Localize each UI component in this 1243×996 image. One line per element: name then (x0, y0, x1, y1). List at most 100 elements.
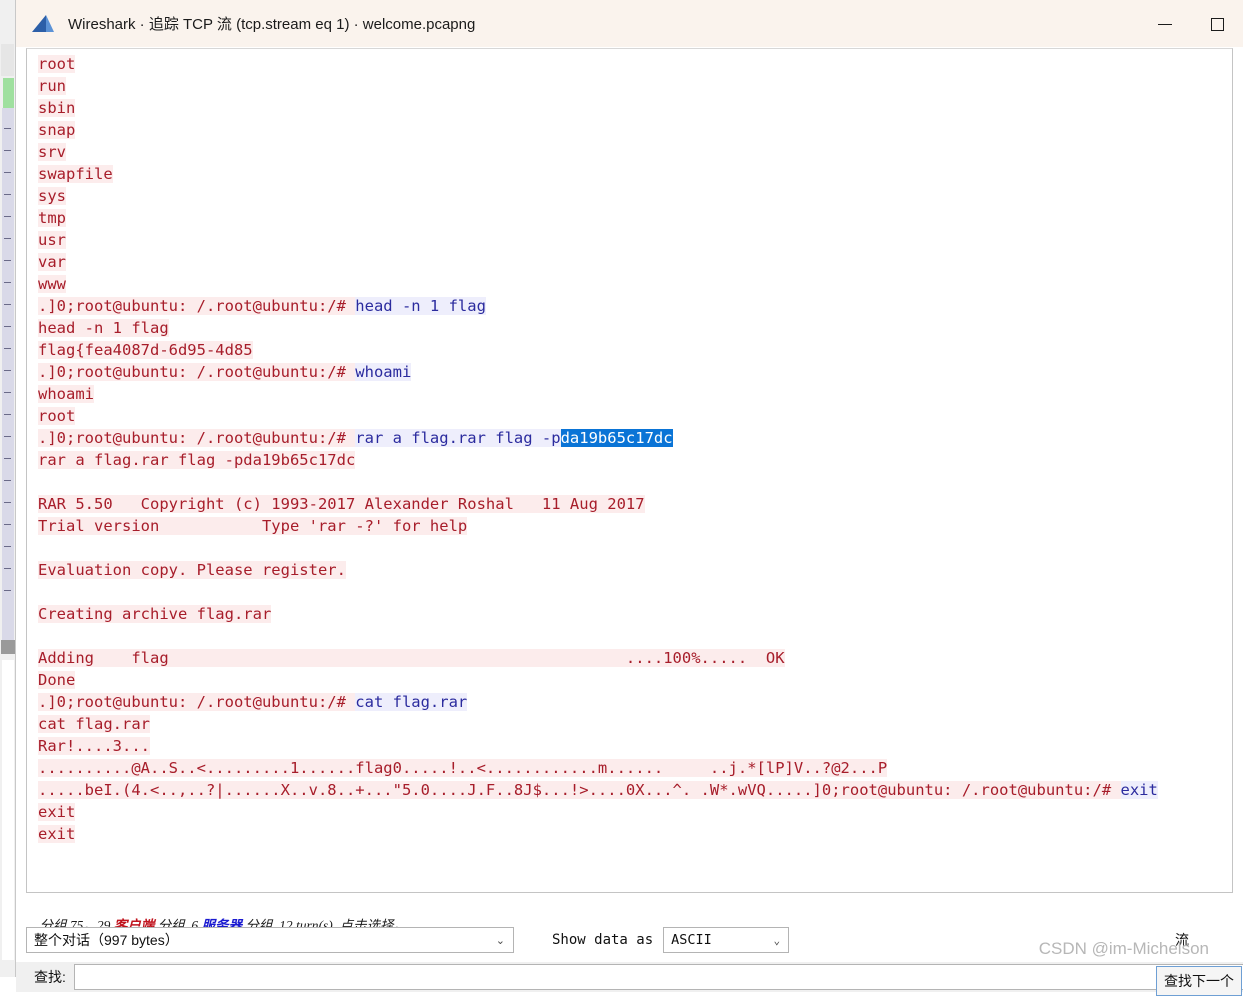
stream-controls-row: 整个对话（997 bytes） ⌄ Show data as ASCII ⌄ 流 (26, 924, 1233, 956)
maximize-icon (1210, 17, 1224, 31)
server-text: sbin (38, 99, 76, 117)
server-text: tmp (38, 209, 66, 227)
stream-line: .]0;root@ubuntu: /.root@ubuntu:/# whoami (38, 361, 1232, 383)
window-controls (1139, 0, 1243, 48)
server-text: root (38, 407, 76, 425)
wireshark-fin-icon (30, 14, 56, 34)
server-text: run (38, 77, 66, 95)
server-text: Rar!....3... (38, 737, 150, 755)
find-next-label: 查找下一个 (1164, 973, 1234, 989)
stream-line (38, 471, 1232, 493)
stream-line: Creating archive flag.rar (38, 603, 1232, 625)
encoding-select-value: ASCII (671, 932, 712, 948)
stream-line: rar a flag.rar flag -pda19b65c17dc (38, 449, 1232, 471)
server-text: sys (38, 187, 66, 205)
stream-line: .]0;root@ubuntu: /.root@ubuntu:/# rar a … (38, 427, 1232, 449)
stream-line: .....beI.(4.<..,..?|......X..v.8..+..."5… (38, 779, 1232, 801)
server-text: ..........@A..S..<.........1......flag0.… (38, 759, 888, 777)
background-window-filter-bar (3, 78, 14, 108)
stream-line: ..........@A..S..<.........1......flag0.… (38, 757, 1232, 779)
stream-text[interactable]: root run sbin snap srv swapfile sys tmp usr var ww… (27, 53, 1232, 845)
server-text: Trial version Type 'rar -?' for help (38, 517, 468, 535)
server-text: usr (38, 231, 66, 249)
stream-line: Trial version Type 'rar -?' for help (38, 515, 1232, 537)
find-input[interactable] (73, 964, 1243, 990)
stream-line: www (38, 273, 1232, 295)
minimize-button[interactable] (1139, 0, 1191, 48)
server-text: Done (38, 671, 76, 689)
find-label: 查找: (34, 969, 66, 985)
client-text: exit (1120, 781, 1158, 799)
stream-line (38, 581, 1232, 603)
show-data-as-label: Show data as (552, 932, 654, 948)
stream-line: Adding flag ....100%..... OK (38, 647, 1232, 669)
stream-line: usr (38, 229, 1232, 251)
server-text: flag{fea4087d-6d95-4d85 (38, 341, 253, 359)
server-text: Adding flag ....100%..... OK (38, 649, 785, 667)
find-row: 查找: 查找下一个 (16, 962, 1243, 996)
tcp-stream-window: Wireshark · 追踪 TCP 流 (tcp.stream eq 1) ·… (16, 0, 1243, 996)
stream-line: RAR 5.50 Copyright (c) 1993-2017 Alexand… (38, 493, 1232, 515)
server-text: root (38, 55, 76, 73)
conversation-select-value: 整个对话（997 bytes） (34, 932, 179, 948)
stream-line: Done (38, 669, 1232, 691)
server-text: cat flag.rar (38, 715, 150, 733)
stream-line: srv (38, 141, 1232, 163)
minimize-icon (1158, 23, 1172, 25)
server-text: RAR 5.50 Copyright (c) 1993-2017 Alexand… (38, 495, 645, 513)
selected-text[interactable]: da19b65c17dc (560, 429, 673, 447)
stream-number-label: 流 (1175, 932, 1189, 948)
server-text: exit (38, 825, 76, 843)
stream-line: swapfile (38, 163, 1232, 185)
find-next-button[interactable]: 查找下一个 (1156, 966, 1242, 996)
title-bar: Wireshark · 追踪 TCP 流 (tcp.stream eq 1) ·… (16, 0, 1243, 48)
background-window-detail-pane (2, 660, 14, 960)
stream-line: root (38, 53, 1232, 75)
server-text: head -n 1 flag (38, 319, 169, 337)
server-text: exit (38, 803, 76, 821)
server-text: swapfile (38, 165, 113, 183)
server-text: Creating archive flag.rar (38, 605, 272, 623)
conversation-select[interactable]: 整个对话（997 bytes） ⌄ (26, 927, 514, 953)
stream-line: cat flag.rar (38, 713, 1232, 735)
stream-line: whoami (38, 383, 1232, 405)
stream-line: run (38, 75, 1232, 97)
stream-status-text: 分组 75。29 客户端 分组, 6 服务器 分组, 12 turn(s). 点… (26, 898, 1243, 933)
stream-line: exit (38, 801, 1232, 823)
stream-line: Evaluation copy. Please register. (38, 559, 1232, 581)
stream-line: Rar!....3... (38, 735, 1232, 757)
maximize-button[interactable] (1191, 0, 1243, 48)
server-text: .....beI.(4.<..,..?|......X..v.8..+..."5… (38, 781, 1121, 799)
server-text: rar a flag.rar flag -pda19b65c17dc (38, 451, 356, 469)
server-text: .]0;root@ubuntu: /.root@ubuntu:/# (38, 429, 356, 447)
server-text: var (38, 253, 66, 271)
encoding-select[interactable]: ASCII ⌄ (663, 927, 790, 953)
server-text: .]0;root@ubuntu: /.root@ubuntu:/# (38, 693, 356, 711)
background-window-divider (1, 640, 15, 654)
stream-line: .]0;root@ubuntu: /.root@ubuntu:/# head -… (38, 295, 1232, 317)
stream-line: flag{fea4087d-6d95-4d85 (38, 339, 1232, 361)
server-text: .]0;root@ubuntu: /.root@ubuntu:/# (38, 297, 356, 315)
chevron-down-icon: ⌄ (773, 933, 781, 947)
client-text: whoami (355, 363, 412, 381)
stream-line: tmp (38, 207, 1232, 229)
stream-line: sys (38, 185, 1232, 207)
stream-content-pane[interactable]: root run sbin snap srv swapfile sys tmp usr var ww… (26, 48, 1233, 893)
background-window[interactable] (0, 0, 16, 977)
stream-line: sbin (38, 97, 1232, 119)
server-text: srv (38, 143, 66, 161)
stream-line: .]0;root@ubuntu: /.root@ubuntu:/# cat fl… (38, 691, 1232, 713)
stream-line (38, 625, 1232, 647)
server-text: Evaluation copy. Please register. (38, 561, 346, 579)
server-text: www (38, 275, 66, 293)
stream-line: exit (38, 823, 1232, 845)
stream-line: head -n 1 flag (38, 317, 1232, 339)
window-title: Wireshark · 追踪 TCP 流 (tcp.stream eq 1) ·… (68, 16, 476, 33)
client-text: cat flag.rar (355, 693, 468, 711)
chevron-down-icon: ⌄ (495, 934, 505, 947)
stream-line: snap (38, 119, 1232, 141)
stream-line (38, 537, 1232, 559)
background-window-toolbar (1, 44, 14, 76)
stream-line: root (38, 405, 1232, 427)
background-window-packet-list (2, 108, 14, 640)
